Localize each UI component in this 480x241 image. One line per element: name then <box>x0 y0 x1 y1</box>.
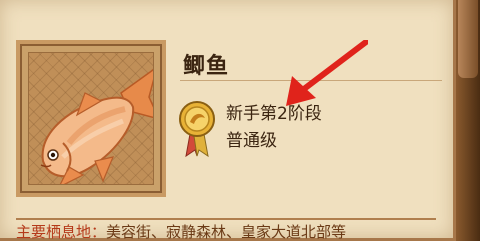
item-grade: 普通级 <box>226 131 277 151</box>
habitat-info: 主要栖息地：美容街、寂静森林、皇家大道北部等 <box>16 218 436 241</box>
habitat-label: 主要栖息地： <box>16 223 107 241</box>
carp-fish-icon <box>40 68 153 184</box>
fish-info-panel: 鲫鱼 新手第2阶段 普通级 主要栖息地：美容街、寂静森林、皇家大道北部等 <box>0 0 456 241</box>
scrollbar-thumb[interactable] <box>458 0 478 78</box>
scrollbar[interactable] <box>456 0 480 241</box>
red-pointer-arrow <box>286 40 368 106</box>
habitat-locations: 美容街、寂静森林、皇家大道北部等 <box>106 223 347 241</box>
item-name: 鲫鱼 <box>183 54 230 79</box>
item-icon-background <box>28 52 154 185</box>
gold-medal-badge-icon <box>179 101 215 158</box>
item-icon-frame <box>16 40 166 197</box>
